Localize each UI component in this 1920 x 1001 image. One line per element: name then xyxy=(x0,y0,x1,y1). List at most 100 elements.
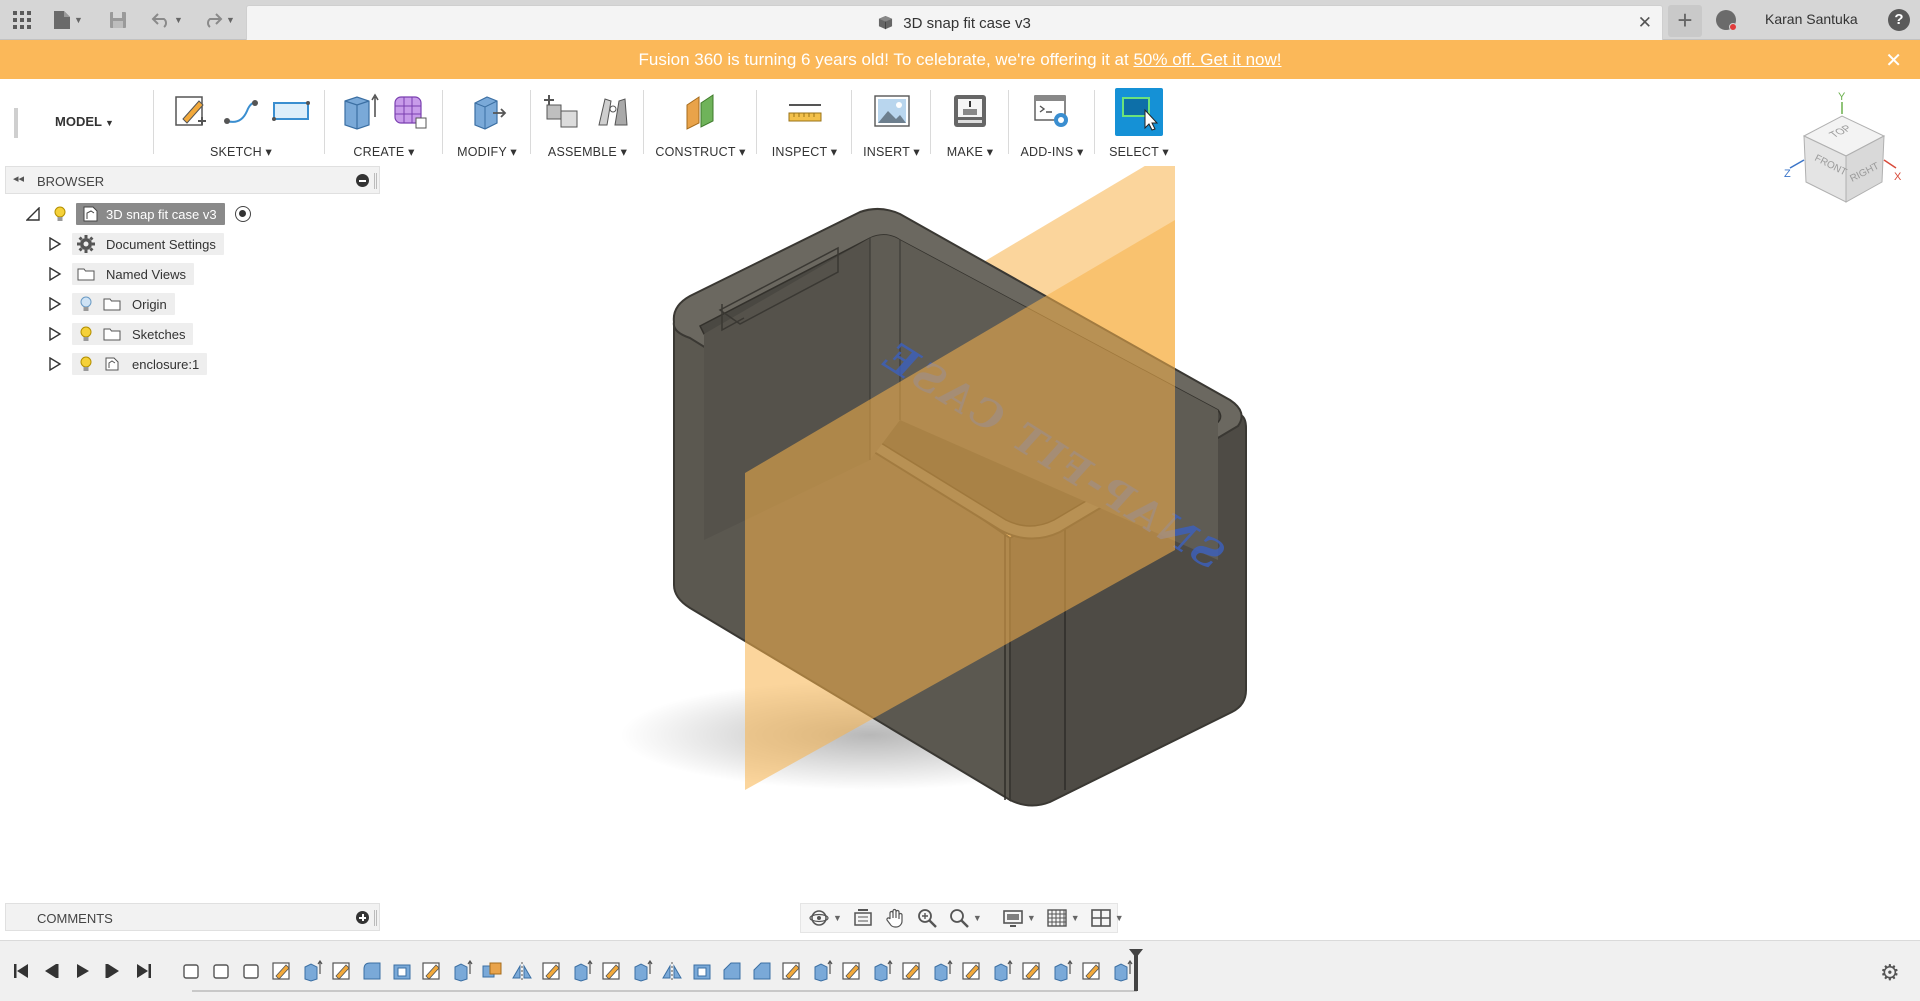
timeline-shell-icon[interactable] xyxy=(690,959,714,983)
measure-icon[interactable] xyxy=(784,90,826,132)
viewports-button[interactable]: ▼ xyxy=(1087,906,1127,930)
timeline-shell-icon[interactable] xyxy=(390,959,414,983)
grid-settings-button[interactable]: ▼ xyxy=(1043,906,1083,930)
add-comment-icon[interactable] xyxy=(356,911,369,924)
timeline-sketch-icon[interactable] xyxy=(330,959,354,983)
assemble-menu-label[interactable]: ASSEMBLE ▾ xyxy=(531,144,644,159)
browser-panel-header[interactable]: ◂◂ BROWSER xyxy=(5,166,380,194)
browser-item-origin[interactable]: Origin xyxy=(48,292,175,316)
addins-group[interactable]: ADD-INS ▾ xyxy=(1009,84,1095,160)
new-tab-button[interactable]: + xyxy=(1668,5,1702,37)
browser-root-row[interactable]: 3D snap fit case v3 xyxy=(26,202,251,226)
fit-button[interactable]: ▼ xyxy=(945,906,985,930)
banner-offer-link[interactable]: 50% off. Get it now! xyxy=(1133,50,1281,69)
press-pull-icon[interactable] xyxy=(466,90,508,132)
panel-grip[interactable] xyxy=(374,173,377,189)
browser-item-enclosure[interactable]: enclosure:1 xyxy=(48,352,208,376)
assemble-group[interactable]: ASSEMBLE ▾ xyxy=(531,84,644,160)
close-tab-icon[interactable]: ✕ xyxy=(1638,13,1652,33)
expand-triangle-icon[interactable] xyxy=(48,237,62,251)
play-button[interactable] xyxy=(70,959,94,983)
timeline-sketch-icon[interactable] xyxy=(540,959,564,983)
browser-item-named-views[interactable]: Named Views xyxy=(48,262,194,286)
timeline-sketch-icon[interactable] xyxy=(840,959,864,983)
panel-grip[interactable] xyxy=(374,910,377,926)
timeline-sketch-icon[interactable] xyxy=(420,959,444,983)
collapse-triangle-icon[interactable] xyxy=(26,207,40,221)
select-tool-icon[interactable] xyxy=(1115,88,1163,136)
timeline-extrude-icon[interactable] xyxy=(300,959,324,983)
joint-icon[interactable] xyxy=(592,90,634,132)
save-button[interactable] xyxy=(106,7,130,33)
inspect-group[interactable]: INSPECT ▾ xyxy=(757,84,852,160)
create-group[interactable]: CREATE ▾ xyxy=(325,84,443,160)
timeline-extrude-icon[interactable] xyxy=(630,959,654,983)
timeline-sketch-icon[interactable] xyxy=(1020,959,1044,983)
undo-button[interactable]: ▼ xyxy=(146,7,188,33)
browser-item-document-settings[interactable]: Document Settings xyxy=(48,232,224,256)
expand-triangle-icon[interactable] xyxy=(48,327,62,341)
banner-close-icon[interactable]: ✕ xyxy=(1885,48,1902,73)
job-status-icon[interactable] xyxy=(1716,10,1737,31)
workspace-switcher[interactable]: MODEL ▼ xyxy=(55,114,114,129)
offset-plane-icon[interactable] xyxy=(680,90,722,132)
timeline-chamfer-icon[interactable] xyxy=(720,959,744,983)
timeline-settings-gear-icon[interactable]: ⚙ xyxy=(1880,960,1900,986)
timeline-extrude-icon[interactable] xyxy=(1110,959,1134,983)
sketch-menu-label[interactable]: SKETCH ▾ xyxy=(157,144,325,159)
timeline-body-icon[interactable] xyxy=(210,959,234,983)
collapse-panel-icon[interactable]: ◂◂ xyxy=(13,172,24,185)
create-menu-label[interactable]: CREATE ▾ xyxy=(325,144,443,159)
timeline-sketch-icon[interactable] xyxy=(270,959,294,983)
sketch-group[interactable]: SKETCH ▾ xyxy=(157,84,325,160)
look-at-button[interactable] xyxy=(849,906,877,930)
redo-button[interactable]: ▼ xyxy=(198,7,240,33)
minimize-icon[interactable] xyxy=(356,174,369,187)
timeline-combine-icon[interactable] xyxy=(480,959,504,983)
make-group[interactable]: MAKE ▾ xyxy=(931,84,1009,160)
timeline-body-icon[interactable] xyxy=(240,959,264,983)
3d-viewport[interactable]: SNAP-FIT CASE xyxy=(390,166,1770,896)
expand-triangle-icon[interactable] xyxy=(48,297,62,311)
visibility-bulb-icon[interactable] xyxy=(76,354,96,374)
step-back-button[interactable] xyxy=(39,959,63,983)
hidden-bulb-icon[interactable] xyxy=(76,294,96,314)
orbit-button[interactable]: ▼ xyxy=(805,906,845,930)
browser-item-sketches[interactable]: Sketches xyxy=(48,322,194,346)
view-cube[interactable]: Y Z X TOP FRONT RIGHT xyxy=(1784,90,1904,210)
addins-menu-label[interactable]: ADD-INS ▾ xyxy=(1009,144,1095,159)
expand-triangle-icon[interactable] xyxy=(48,267,62,281)
create-sketch-icon[interactable] xyxy=(170,90,212,132)
inspect-menu-label[interactable]: INSPECT ▾ xyxy=(757,144,852,159)
timeline-extrude-icon[interactable] xyxy=(870,959,894,983)
file-menu-button[interactable]: ▼ xyxy=(50,7,86,33)
rectangle-icon[interactable] xyxy=(270,90,312,132)
expand-triangle-icon[interactable] xyxy=(48,357,62,371)
step-forward-button[interactable] xyxy=(101,959,125,983)
select-group[interactable]: SELECT ▾ xyxy=(1095,84,1183,160)
timeline-extrude-icon[interactable] xyxy=(990,959,1014,983)
form-icon[interactable] xyxy=(388,90,430,132)
3d-print-icon[interactable] xyxy=(949,90,991,132)
timeline-extrude-icon[interactable] xyxy=(810,959,834,983)
comments-panel-header[interactable]: COMMENTS xyxy=(5,903,380,931)
timeline-mirror-icon[interactable] xyxy=(510,959,534,983)
zoom-button[interactable] xyxy=(913,906,941,930)
activate-radio-icon[interactable] xyxy=(234,206,251,222)
timeline-sketch-icon[interactable] xyxy=(960,959,984,983)
go-to-start-button[interactable] xyxy=(9,959,33,983)
line-icon[interactable] xyxy=(220,90,262,132)
pan-button[interactable] xyxy=(881,906,909,930)
timeline-mirror-icon[interactable] xyxy=(660,959,684,983)
timeline-marker[interactable] xyxy=(1129,949,1143,991)
timeline-sketch-icon[interactable] xyxy=(900,959,924,983)
timeline-sketch-icon[interactable] xyxy=(780,959,804,983)
insert-group[interactable]: INSERT ▾ xyxy=(852,84,931,160)
extrude-icon[interactable] xyxy=(338,90,380,132)
construct-group[interactable]: CONSTRUCT ▾ xyxy=(644,84,757,160)
visibility-bulb-icon[interactable] xyxy=(76,324,96,344)
modify-menu-label[interactable]: MODIFY ▾ xyxy=(443,144,531,159)
timeline-extrude-icon[interactable] xyxy=(570,959,594,983)
insert-image-icon[interactable] xyxy=(871,90,913,132)
modify-group[interactable]: MODIFY ▾ xyxy=(443,84,531,160)
